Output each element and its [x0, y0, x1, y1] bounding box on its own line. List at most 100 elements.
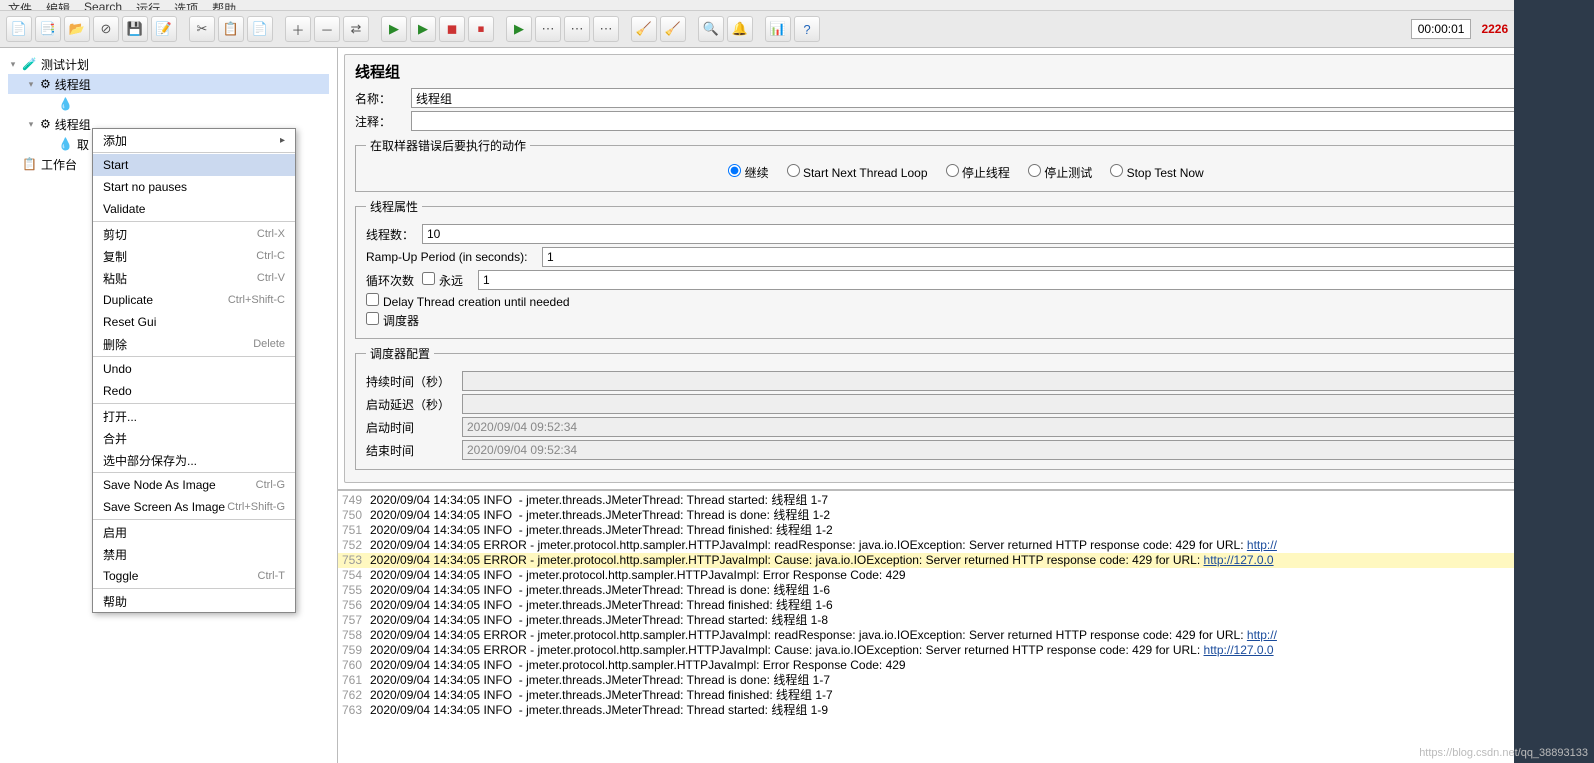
tree-testplan[interactable]: 测试计划 — [41, 56, 89, 73]
log-line: 7562020/09/04 14:34:05 INFO - jmeter.thr… — [338, 598, 1594, 613]
thread-props-legend: 线程属性 — [366, 198, 422, 215]
menu-item[interactable]: Search — [84, 0, 122, 10]
ctx-merge[interactable]: 合并 — [93, 427, 295, 449]
help-icon[interactable]: ? — [794, 16, 820, 42]
on-error-legend: 在取样器错误后要执行的动作 — [366, 137, 530, 154]
saveas-icon[interactable]: 📝 — [151, 16, 177, 42]
log-line: 7622020/09/04 14:34:05 INFO - jmeter.thr… — [338, 688, 1594, 703]
ctx-start[interactable]: Start — [93, 154, 295, 176]
ctx-add[interactable]: 添加 — [93, 129, 295, 151]
ctx-save-node-image[interactable]: Save Node As ImageCtrl-G — [93, 474, 295, 496]
log-line: 7582020/09/04 14:34:05 ERROR - jmeter.pr… — [338, 628, 1594, 643]
radio-continue[interactable]: 继续 — [728, 164, 768, 181]
start-notimer-icon[interactable]: ▶ — [410, 16, 436, 42]
start-icon[interactable]: ▶ — [381, 16, 407, 42]
ctx-save-screen-image[interactable]: Save Screen As ImageCtrl+Shift-G — [93, 496, 295, 518]
log-link[interactable]: http://127.0.0 — [1204, 643, 1274, 657]
tree-threadgroup[interactable]: 线程组 — [55, 76, 91, 93]
remote-stop-icon[interactable]: ⋯ — [564, 16, 590, 42]
menu-item[interactable]: 编辑 — [46, 0, 70, 10]
menu-item[interactable]: 运行 — [136, 0, 160, 10]
log-line: 7542020/09/04 14:34:05 INFO - jmeter.pro… — [338, 568, 1594, 583]
name-input[interactable] — [411, 88, 1577, 108]
search-icon[interactable]: 🔍 — [698, 16, 724, 42]
radio-stop-thread[interactable]: 停止线程 — [946, 164, 1010, 181]
comment-label: 注释： — [355, 113, 405, 130]
new-icon[interactable]: 📄 — [6, 16, 32, 42]
ctx-paste[interactable]: 粘贴Ctrl-V — [93, 267, 295, 289]
ctx-help[interactable]: 帮助 — [93, 590, 295, 612]
close-icon[interactable]: ⊘ — [93, 16, 119, 42]
log-link[interactable]: http:// — [1247, 628, 1277, 642]
open-icon[interactable]: 📂 — [64, 16, 90, 42]
ctx-toggle[interactable]: ToggleCtrl-T — [93, 565, 295, 587]
radio-stop-test[interactable]: 停止测试 — [1028, 164, 1092, 181]
templates-icon[interactable]: 📑 — [35, 16, 61, 42]
test-tree[interactable]: ▾🧪测试计划 ▾⚙线程组 💧 ▾⚙线程组 💧取 📋工作台 添加 Start St… — [0, 48, 338, 763]
ctx-cut[interactable]: 剪切Ctrl-X — [93, 223, 295, 245]
log-link[interactable]: http://127.0.0 — [1204, 553, 1274, 567]
log-console[interactable]: 7492020/09/04 14:34:05 INFO - jmeter.thr… — [338, 489, 1594, 763]
remote-stop-all-icon[interactable]: ⋯ — [593, 16, 619, 42]
log-line: 7602020/09/04 14:34:05 INFO - jmeter.pro… — [338, 658, 1594, 673]
log-link[interactable]: http:// — [1247, 538, 1277, 552]
log-line: 7512020/09/04 14:34:05 INFO - jmeter.thr… — [338, 523, 1594, 538]
expand-icon[interactable]: ＋ — [285, 16, 311, 42]
log-line: 7612020/09/04 14:34:05 INFO - jmeter.thr… — [338, 673, 1594, 688]
startdelay-label: 启动延迟（秒） — [366, 396, 456, 413]
ctx-reset-gui[interactable]: Reset Gui — [93, 311, 295, 333]
tree-workbench[interactable]: 工作台 — [41, 156, 77, 173]
scheduler-legend: 调度器配置 — [366, 345, 434, 362]
clear-all-icon[interactable]: 🧹 — [660, 16, 686, 42]
starttime-input — [462, 417, 1566, 437]
shutdown-icon[interactable]: ⏹ — [468, 16, 494, 42]
ramp-input[interactable] — [542, 247, 1566, 267]
starttime-label: 启动时间 — [366, 419, 456, 436]
ctx-undo[interactable]: Undo — [93, 358, 295, 380]
ctx-start-no-pauses[interactable]: Start no pauses — [93, 176, 295, 198]
thread-group-panel: 线程组 名称： 注释： 在取样器错误后要执行的动作 继续 Start Next … — [344, 54, 1588, 483]
copy-icon[interactable]: 📋 — [218, 16, 244, 42]
context-menu: 添加 Start Start no pauses Validate 剪切Ctrl… — [92, 128, 296, 613]
ctx-validate[interactable]: Validate — [93, 198, 295, 220]
remote-start-icon[interactable]: ▶ — [506, 16, 532, 42]
clear-icon[interactable]: 🧹 — [631, 16, 657, 42]
log-line: 7552020/09/04 14:34:05 INFO - jmeter.thr… — [338, 583, 1594, 598]
delay-thread-checkbox[interactable]: Delay Thread creation until needed — [366, 293, 570, 309]
menu-item[interactable]: 帮助 — [212, 0, 236, 10]
ctx-open[interactable]: 打开... — [93, 405, 295, 427]
ctx-enable[interactable]: 启用 — [93, 521, 295, 543]
watermark: https://blog.csdn.net/qq_38893133 — [1419, 747, 1588, 759]
reset-search-icon[interactable]: 🔔 — [727, 16, 753, 42]
radio-next-loop[interactable]: Start Next Thread Loop — [787, 164, 928, 181]
loop-input[interactable] — [478, 270, 1566, 290]
collapse-icon[interactable]: － — [314, 16, 340, 42]
ctx-save-selection[interactable]: 选中部分保存为... — [93, 449, 295, 471]
duration-input — [462, 371, 1566, 391]
paste-icon[interactable]: 📄 — [247, 16, 273, 42]
ctx-disable[interactable]: 禁用 — [93, 543, 295, 565]
scheduler-checkbox[interactable]: 调度器 — [366, 312, 419, 329]
log-line: 7572020/09/04 14:34:05 INFO - jmeter.thr… — [338, 613, 1594, 628]
threads-input[interactable] — [422, 224, 1566, 244]
stop-icon[interactable]: ◼ — [439, 16, 465, 42]
ctx-duplicate[interactable]: DuplicateCtrl+Shift-C — [93, 289, 295, 311]
radio-stop-now[interactable]: Stop Test Now — [1110, 164, 1204, 181]
ctx-delete[interactable]: 删除Delete — [93, 333, 295, 355]
save-icon[interactable]: 💾 — [122, 16, 148, 42]
ctx-redo[interactable]: Redo — [93, 380, 295, 402]
ctx-copy[interactable]: 复制Ctrl-C — [93, 245, 295, 267]
comment-input[interactable] — [411, 111, 1577, 131]
tree-sampler2[interactable]: 取 — [77, 136, 89, 153]
remote-start-all-icon[interactable]: ⋯ — [535, 16, 561, 42]
toggle-icon[interactable]: ⇄ — [343, 16, 369, 42]
menu-item[interactable]: 选项 — [174, 0, 198, 10]
dropper-icon: 💧 — [58, 97, 73, 111]
cut-icon[interactable]: ✂ — [189, 16, 215, 42]
loop-label: 循环次数 — [366, 272, 416, 289]
menu-item[interactable]: 文件 — [8, 0, 32, 10]
tree-threadgroup2[interactable]: 线程组 — [55, 116, 91, 133]
forever-checkbox[interactable]: 永远 — [422, 272, 472, 289]
function-helper-icon[interactable]: 📊 — [765, 16, 791, 42]
error-count: 2226 — [1481, 22, 1508, 36]
